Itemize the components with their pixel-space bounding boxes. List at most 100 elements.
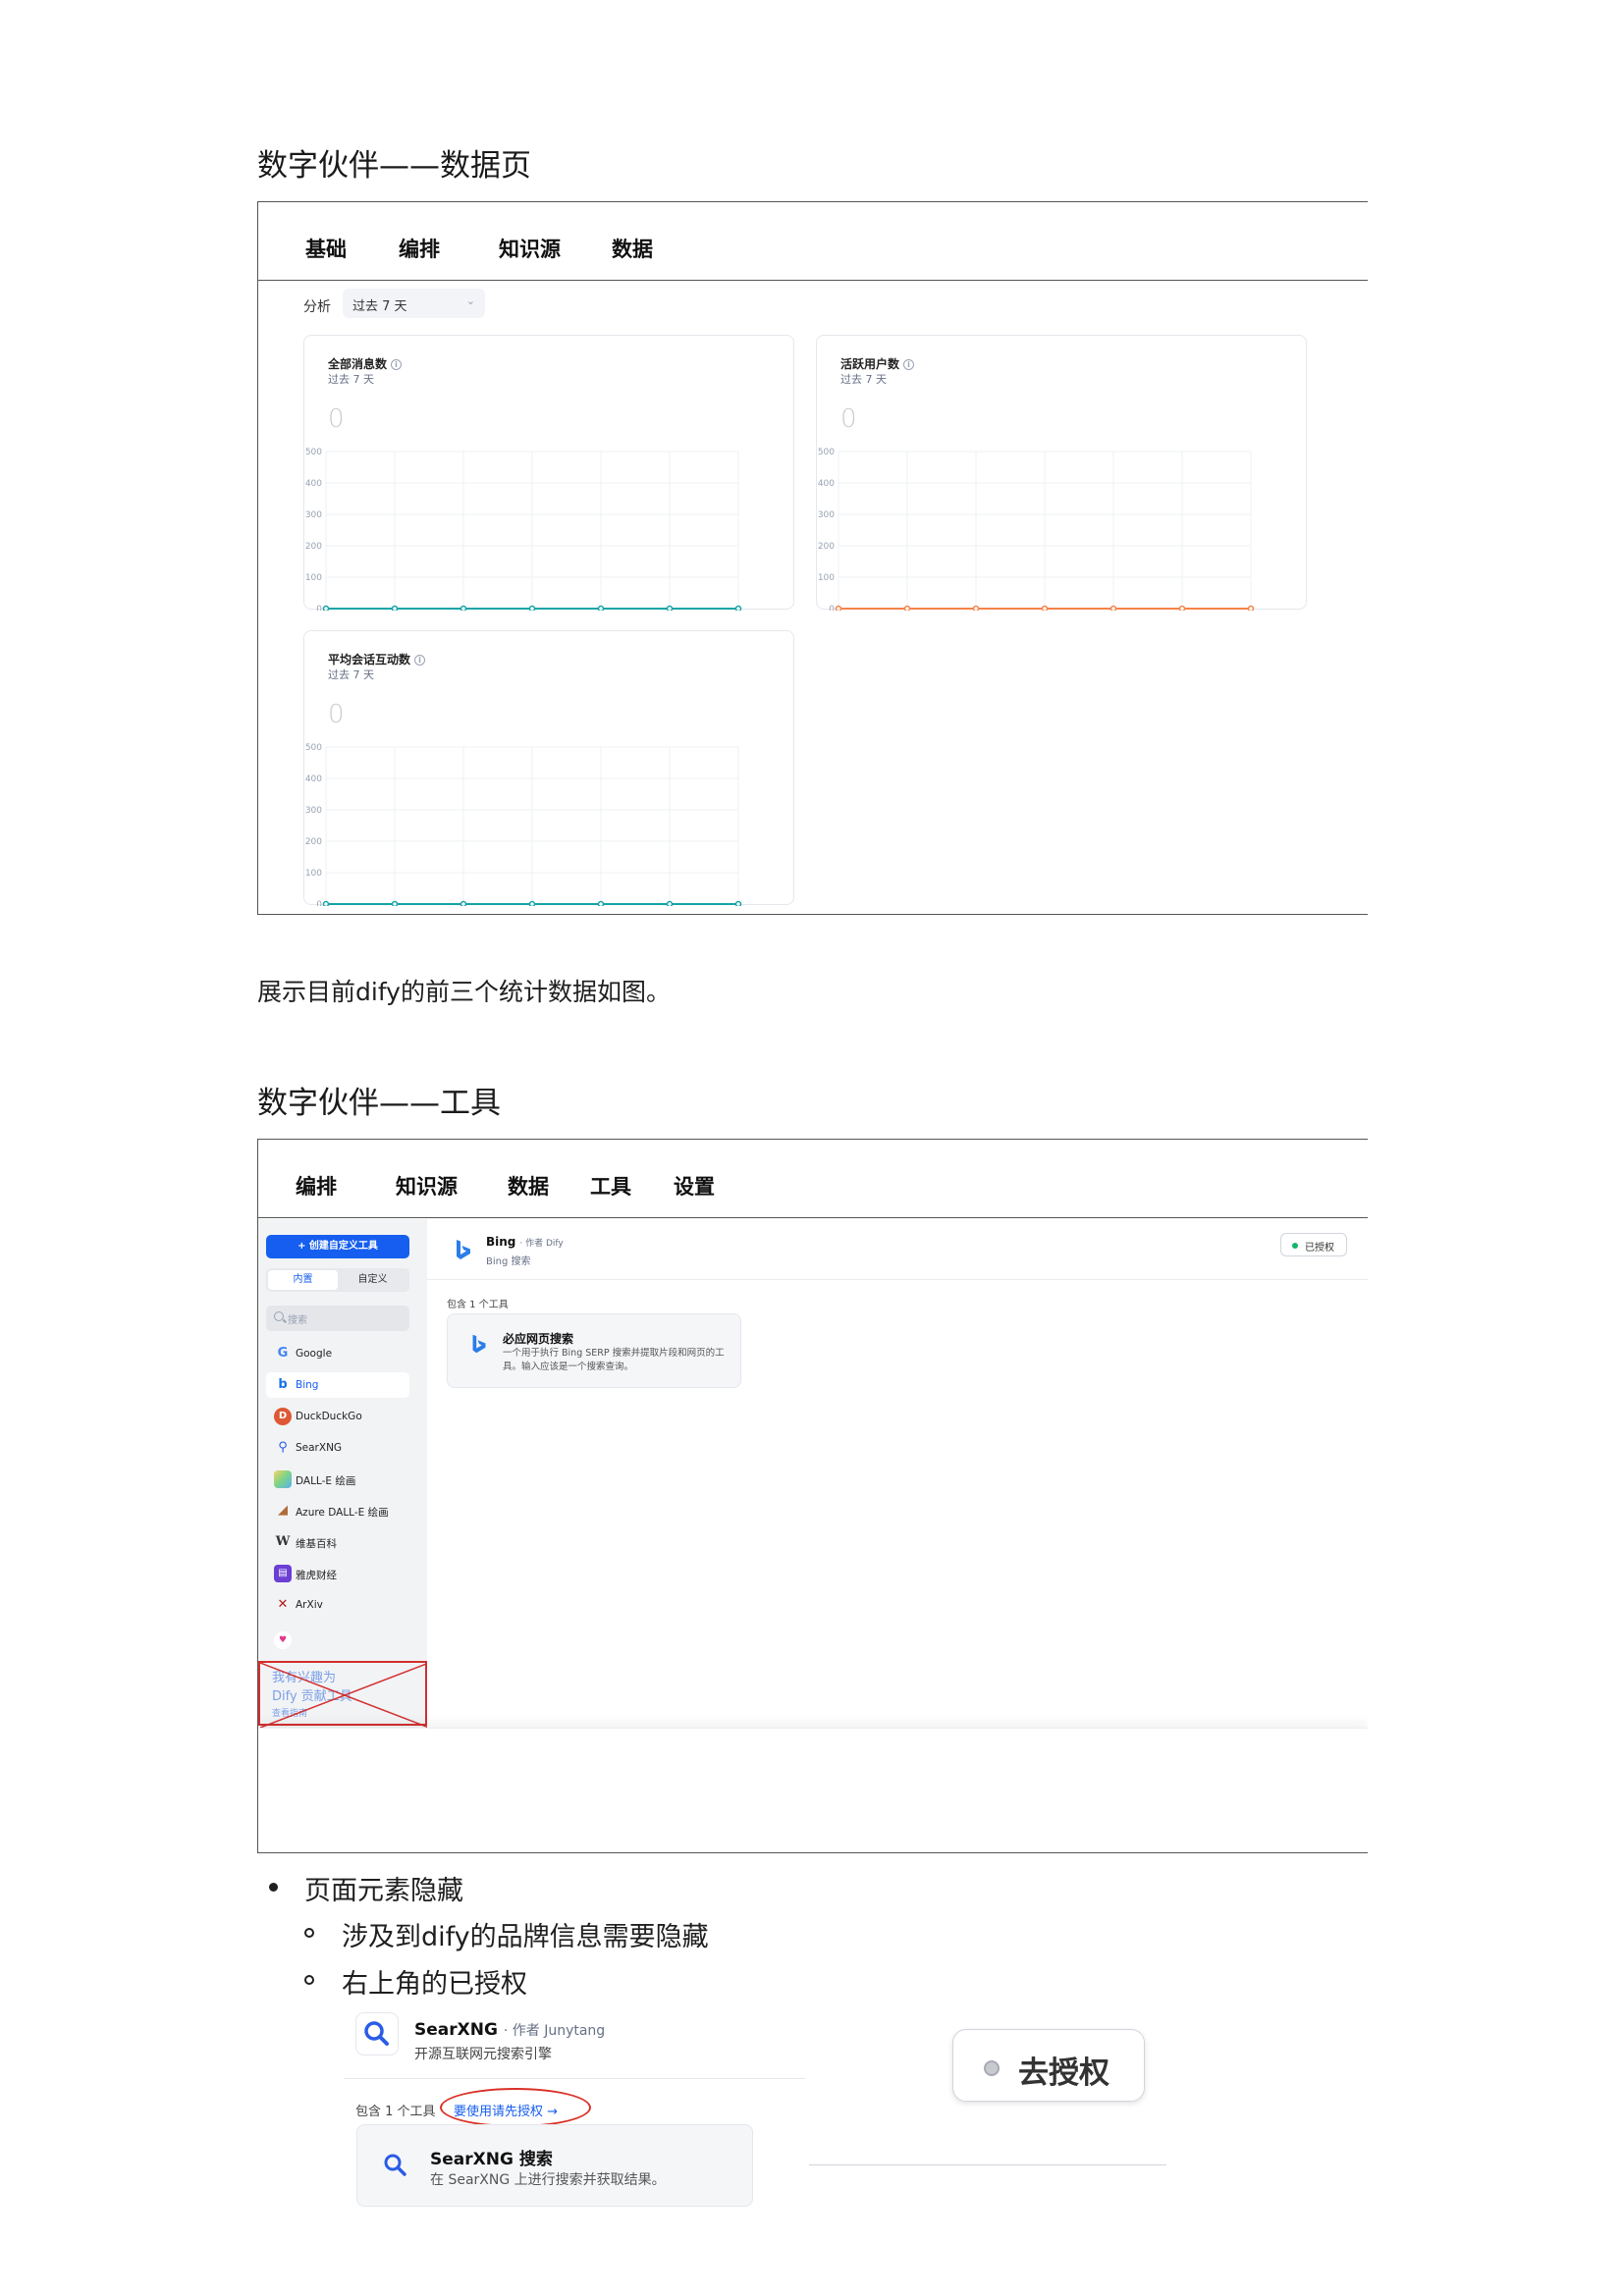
divider xyxy=(809,2164,1166,2165)
provider-searxng[interactable]: ⚲ SearXNG xyxy=(266,1435,409,1461)
chart-title: 平均会话互动数 i xyxy=(328,651,426,667)
y-tick-label: 500 xyxy=(305,743,322,753)
y-tick-label: 200 xyxy=(818,542,835,552)
tab-knowledge[interactable]: 知识源 xyxy=(499,234,561,263)
wikipedia-icon: W xyxy=(275,1534,291,1549)
chevron-down-icon: ⌄ xyxy=(465,294,475,307)
bullet-dot xyxy=(269,1883,278,1892)
chart-plot: 0100200300400500May 17, 2024May 19, 2024… xyxy=(818,448,1255,611)
data-point xyxy=(734,900,742,906)
data-page-screenshot: 基础 编排 知识源 数据 分析 过去 7 天 ⌄ 全部消息数 i 过去 7 天 0… xyxy=(257,201,1368,915)
tool-provider-desc: Bing 搜索 xyxy=(486,1256,531,1267)
chart-title: 全部消息数 i xyxy=(328,355,403,372)
search-icon xyxy=(274,1311,284,1321)
info-icon[interactable]: i xyxy=(414,655,426,666)
provider-dalle[interactable]: DALL-E 绘画 xyxy=(266,1467,409,1492)
cross-out-mark xyxy=(260,1663,429,1728)
filter-label: 分析 xyxy=(303,299,331,315)
data-point xyxy=(322,900,330,906)
info-icon[interactable]: i xyxy=(903,359,915,370)
searxng-icon: ⚲ xyxy=(278,1440,288,1455)
data-point xyxy=(1178,605,1186,611)
chart-plot: 0100200300400500May 17, 2024May 19, 2024… xyxy=(305,743,742,906)
tab-settings[interactable]: 设置 xyxy=(674,1171,715,1201)
y-tick-label: 0 xyxy=(316,605,322,611)
tab-data[interactable]: 数据 xyxy=(508,1171,549,1201)
tab-basics[interactable]: 基础 xyxy=(305,234,347,263)
yahoo-finance-icon: ▤ xyxy=(274,1565,292,1582)
tool-card-bing-search[interactable]: 必应网页搜索 一个用于执行 Bing SERP 搜索并提取片段和网页的工具。输入… xyxy=(447,1313,741,1388)
y-tick-label: 400 xyxy=(305,479,322,489)
y-tick-label: 300 xyxy=(305,806,322,816)
chart-card-active-users: 活跃用户数i 过去 7 天 0 0100200300400500May 17, … xyxy=(816,335,1307,611)
tab-orchestrate[interactable]: 编排 xyxy=(399,234,440,263)
searxng-name: SearXNG · 作者 Junytang xyxy=(414,2020,606,2040)
data-point xyxy=(835,605,842,611)
bing-logo-icon xyxy=(457,1240,470,1259)
tab-orchestrate[interactable]: 编排 xyxy=(296,1171,337,1201)
highlight-oval xyxy=(440,2088,591,2127)
y-tick-label: 100 xyxy=(305,573,322,583)
searxng-logo-icon xyxy=(355,2012,399,2056)
provider-google[interactable]: G Google xyxy=(266,1341,409,1366)
y-tick-label: 100 xyxy=(818,573,835,583)
tab-bar: 编排 知识源 数据 工具 设置 xyxy=(258,1140,1368,1218)
data-point xyxy=(322,605,330,611)
segment-custom[interactable]: 自定义 xyxy=(338,1270,407,1290)
chart-big-value: 0 xyxy=(840,404,857,434)
provider-yahoo-finance[interactable]: ▤ 雅虎财经 xyxy=(266,1561,409,1586)
y-tick-label: 500 xyxy=(305,448,322,457)
azure-dalle-icon: ◢ xyxy=(278,1503,288,1518)
provider-more[interactable]: ♥ xyxy=(266,1628,409,1653)
info-icon[interactable]: i xyxy=(391,359,403,370)
tools-sidebar: + 创建自定义工具 内置 自定义 搜索 G Google b Bing D Du… xyxy=(258,1219,429,1728)
tab-tools[interactable]: 工具 xyxy=(590,1171,631,1201)
section-heading-tools: 数字伙伴——工具 xyxy=(257,1086,501,1121)
data-point xyxy=(391,900,399,906)
searxng-tool-name: SearXNG 搜索 xyxy=(430,2150,553,2169)
authorized-badge[interactable]: 已授权 xyxy=(1280,1233,1347,1256)
provider-bing[interactable]: b Bing xyxy=(266,1372,409,1398)
provider-wikipedia[interactable]: W 维基百科 xyxy=(266,1529,409,1555)
section-heading-data: 数字伙伴——数据页 xyxy=(257,148,531,184)
data-point xyxy=(597,900,605,906)
chart-big-value: 0 xyxy=(328,404,345,434)
tab-bar: 基础 编排 知识源 数据 xyxy=(258,202,1368,281)
chart-card-total-messages: 全部消息数i 过去 7 天 0 0100200300400500May 17, … xyxy=(303,335,794,611)
period-select-value: 过去 7 天 xyxy=(352,299,407,314)
y-tick-label: 0 xyxy=(316,900,322,906)
tab-knowledge[interactable]: 知识源 xyxy=(396,1171,458,1201)
status-dot xyxy=(1292,1243,1298,1249)
divider xyxy=(344,2078,805,2079)
tool-count: 包含 1 个工具 xyxy=(447,1300,509,1310)
searxng-tool-card[interactable]: SearXNG 搜索 在 SearXNG 上进行搜索并获取结果。 xyxy=(356,2124,753,2207)
data-point xyxy=(528,900,536,906)
tab-data[interactable]: 数据 xyxy=(612,234,653,263)
provider-azure-dalle[interactable]: ◢ Azure DALL-E 绘画 xyxy=(266,1498,409,1523)
provider-duckduckgo[interactable]: D DuckDuckGo xyxy=(266,1404,409,1429)
period-select[interactable]: 过去 7 天 ⌄ xyxy=(343,289,485,318)
create-custom-tool-button[interactable]: + 创建自定义工具 xyxy=(266,1235,409,1258)
segment-builtin[interactable]: 内置 xyxy=(268,1270,338,1290)
dalle-icon xyxy=(274,1470,292,1488)
divider xyxy=(427,1279,1368,1280)
go-authorize-button[interactable]: 去授权 xyxy=(952,2029,1145,2102)
search-input[interactable]: 搜索 xyxy=(266,1306,409,1331)
y-tick-label: 200 xyxy=(305,542,322,552)
tool-type-switch: 内置 自定义 xyxy=(266,1268,409,1292)
contribute-banner-hidden[interactable]: 我有兴趣为 Dify 贡献工具 查看指南 xyxy=(258,1661,429,1728)
heart-icon: ♥ xyxy=(274,1631,292,1649)
caption-text: 展示目前dify的前三个统计数据如图。 xyxy=(257,978,671,1006)
y-tick-label: 500 xyxy=(818,448,835,457)
tool-provider-name: Bing · 作者 Dify xyxy=(486,1235,564,1249)
bing-logo-icon xyxy=(472,1334,486,1354)
searxng-tool-count: 包含 1 个工具 xyxy=(355,2105,436,2119)
tool-card-name: 必应网页搜索 xyxy=(503,1332,574,1346)
search-placeholder: 搜索 xyxy=(288,1315,307,1326)
data-point xyxy=(1247,605,1255,611)
data-point xyxy=(666,900,674,906)
data-point xyxy=(460,900,467,906)
chart-title: 活跃用户数 i xyxy=(840,355,915,372)
provider-arxiv[interactable]: ✕ ArXiv xyxy=(266,1592,409,1618)
data-point xyxy=(597,605,605,611)
